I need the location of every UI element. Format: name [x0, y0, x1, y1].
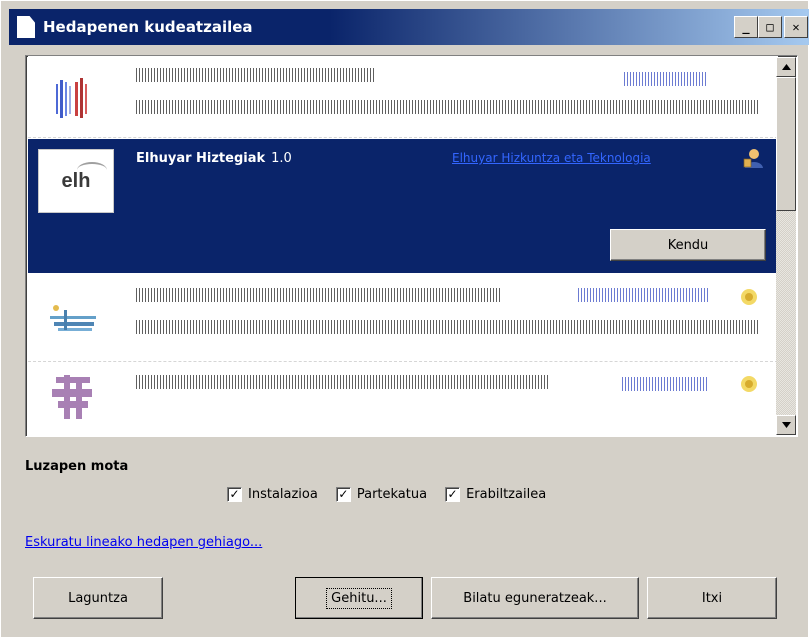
- extension-manager-window: Hedapenen kudeatzailea _ □ ✕ elh Elhuyar…: [0, 0, 809, 638]
- maximize-button[interactable]: □: [758, 16, 782, 38]
- arrow-down-icon: [781, 422, 791, 428]
- obscured-description: [136, 100, 758, 114]
- remove-button[interactable]: Kendu: [610, 229, 766, 261]
- scroll-down-button[interactable]: [776, 415, 796, 435]
- scroll-up-button[interactable]: [776, 57, 796, 77]
- extension-version: 1.0: [271, 151, 292, 166]
- obscured-title: [136, 68, 376, 82]
- checkbox-label: Instalazioa: [248, 487, 318, 502]
- filter-installation[interactable]: ✓ Instalazioa: [227, 487, 318, 502]
- extension-list[interactable]: elh Elhuyar Hiztegiak 1.0 Elhuyar Hizkunt…: [25, 55, 798, 437]
- obscured-description: [136, 320, 758, 334]
- extension-icon: [52, 375, 92, 419]
- obscured-title: [136, 288, 502, 302]
- add-button[interactable]: Gehitu...: [295, 577, 423, 619]
- minimize-button[interactable]: _: [734, 16, 758, 38]
- extension-icon: [50, 305, 96, 331]
- checkbox-shared[interactable]: ✓: [335, 487, 351, 502]
- arrow-up-icon: [781, 64, 791, 70]
- help-button[interactable]: Laguntza: [33, 577, 163, 619]
- extension-icon: [56, 78, 87, 118]
- obscured-publisher: [578, 288, 708, 302]
- filter-user[interactable]: ✓ Erabiltzailea: [445, 487, 546, 502]
- get-more-extensions-link[interactable]: Eskuratu lineako hedapen gehiago...: [25, 535, 262, 550]
- list-item[interactable]: [28, 274, 778, 362]
- close-button[interactable]: Itxi: [647, 577, 777, 619]
- checkbox-label: Partekatua: [356, 487, 428, 502]
- obscured-publisher: [622, 377, 708, 391]
- obscured-publisher: [624, 72, 706, 86]
- document-icon: [17, 16, 35, 38]
- extension-type-filters: ✓ Instalazioa ✓ Partekatua ✓ Erabiltzail…: [227, 487, 546, 502]
- star-icon: [741, 289, 757, 305]
- filter-shared[interactable]: ✓ Partekatua: [335, 487, 428, 502]
- window-controls: _ □ ✕: [734, 16, 808, 38]
- list-item[interactable]: [28, 56, 778, 138]
- checkbox-label: Erabiltzailea: [466, 487, 547, 502]
- user-icon: [743, 149, 763, 168]
- publisher-link[interactable]: Elhuyar Hizkuntza eta Teknologia: [452, 151, 651, 165]
- star-icon: [741, 376, 757, 392]
- close-window-button[interactable]: ✕: [784, 16, 808, 38]
- elhuyar-logo: elh: [38, 149, 114, 213]
- check-updates-button[interactable]: Bilatu eguneratzeak...: [431, 577, 639, 619]
- window-title: Hedapenen kudeatzailea: [43, 18, 253, 36]
- extension-name: Elhuyar Hiztegiak 1.0: [136, 151, 292, 166]
- title-bar[interactable]: Hedapenen kudeatzailea _ □ ✕: [9, 9, 809, 45]
- list-item[interactable]: [28, 363, 778, 436]
- checkbox-user[interactable]: ✓: [445, 487, 461, 502]
- obscured-title: [136, 375, 548, 389]
- extension-type-label: Luzapen mota: [25, 459, 129, 474]
- scroll-thumb[interactable]: [776, 77, 796, 211]
- add-button-label: Gehitu...: [326, 587, 392, 609]
- vertical-scrollbar[interactable]: [776, 57, 796, 435]
- extension-item-elhuyar[interactable]: elh Elhuyar Hiztegiak 1.0 Elhuyar Hizkunt…: [28, 139, 778, 273]
- checkbox-installation[interactable]: ✓: [227, 487, 242, 502]
